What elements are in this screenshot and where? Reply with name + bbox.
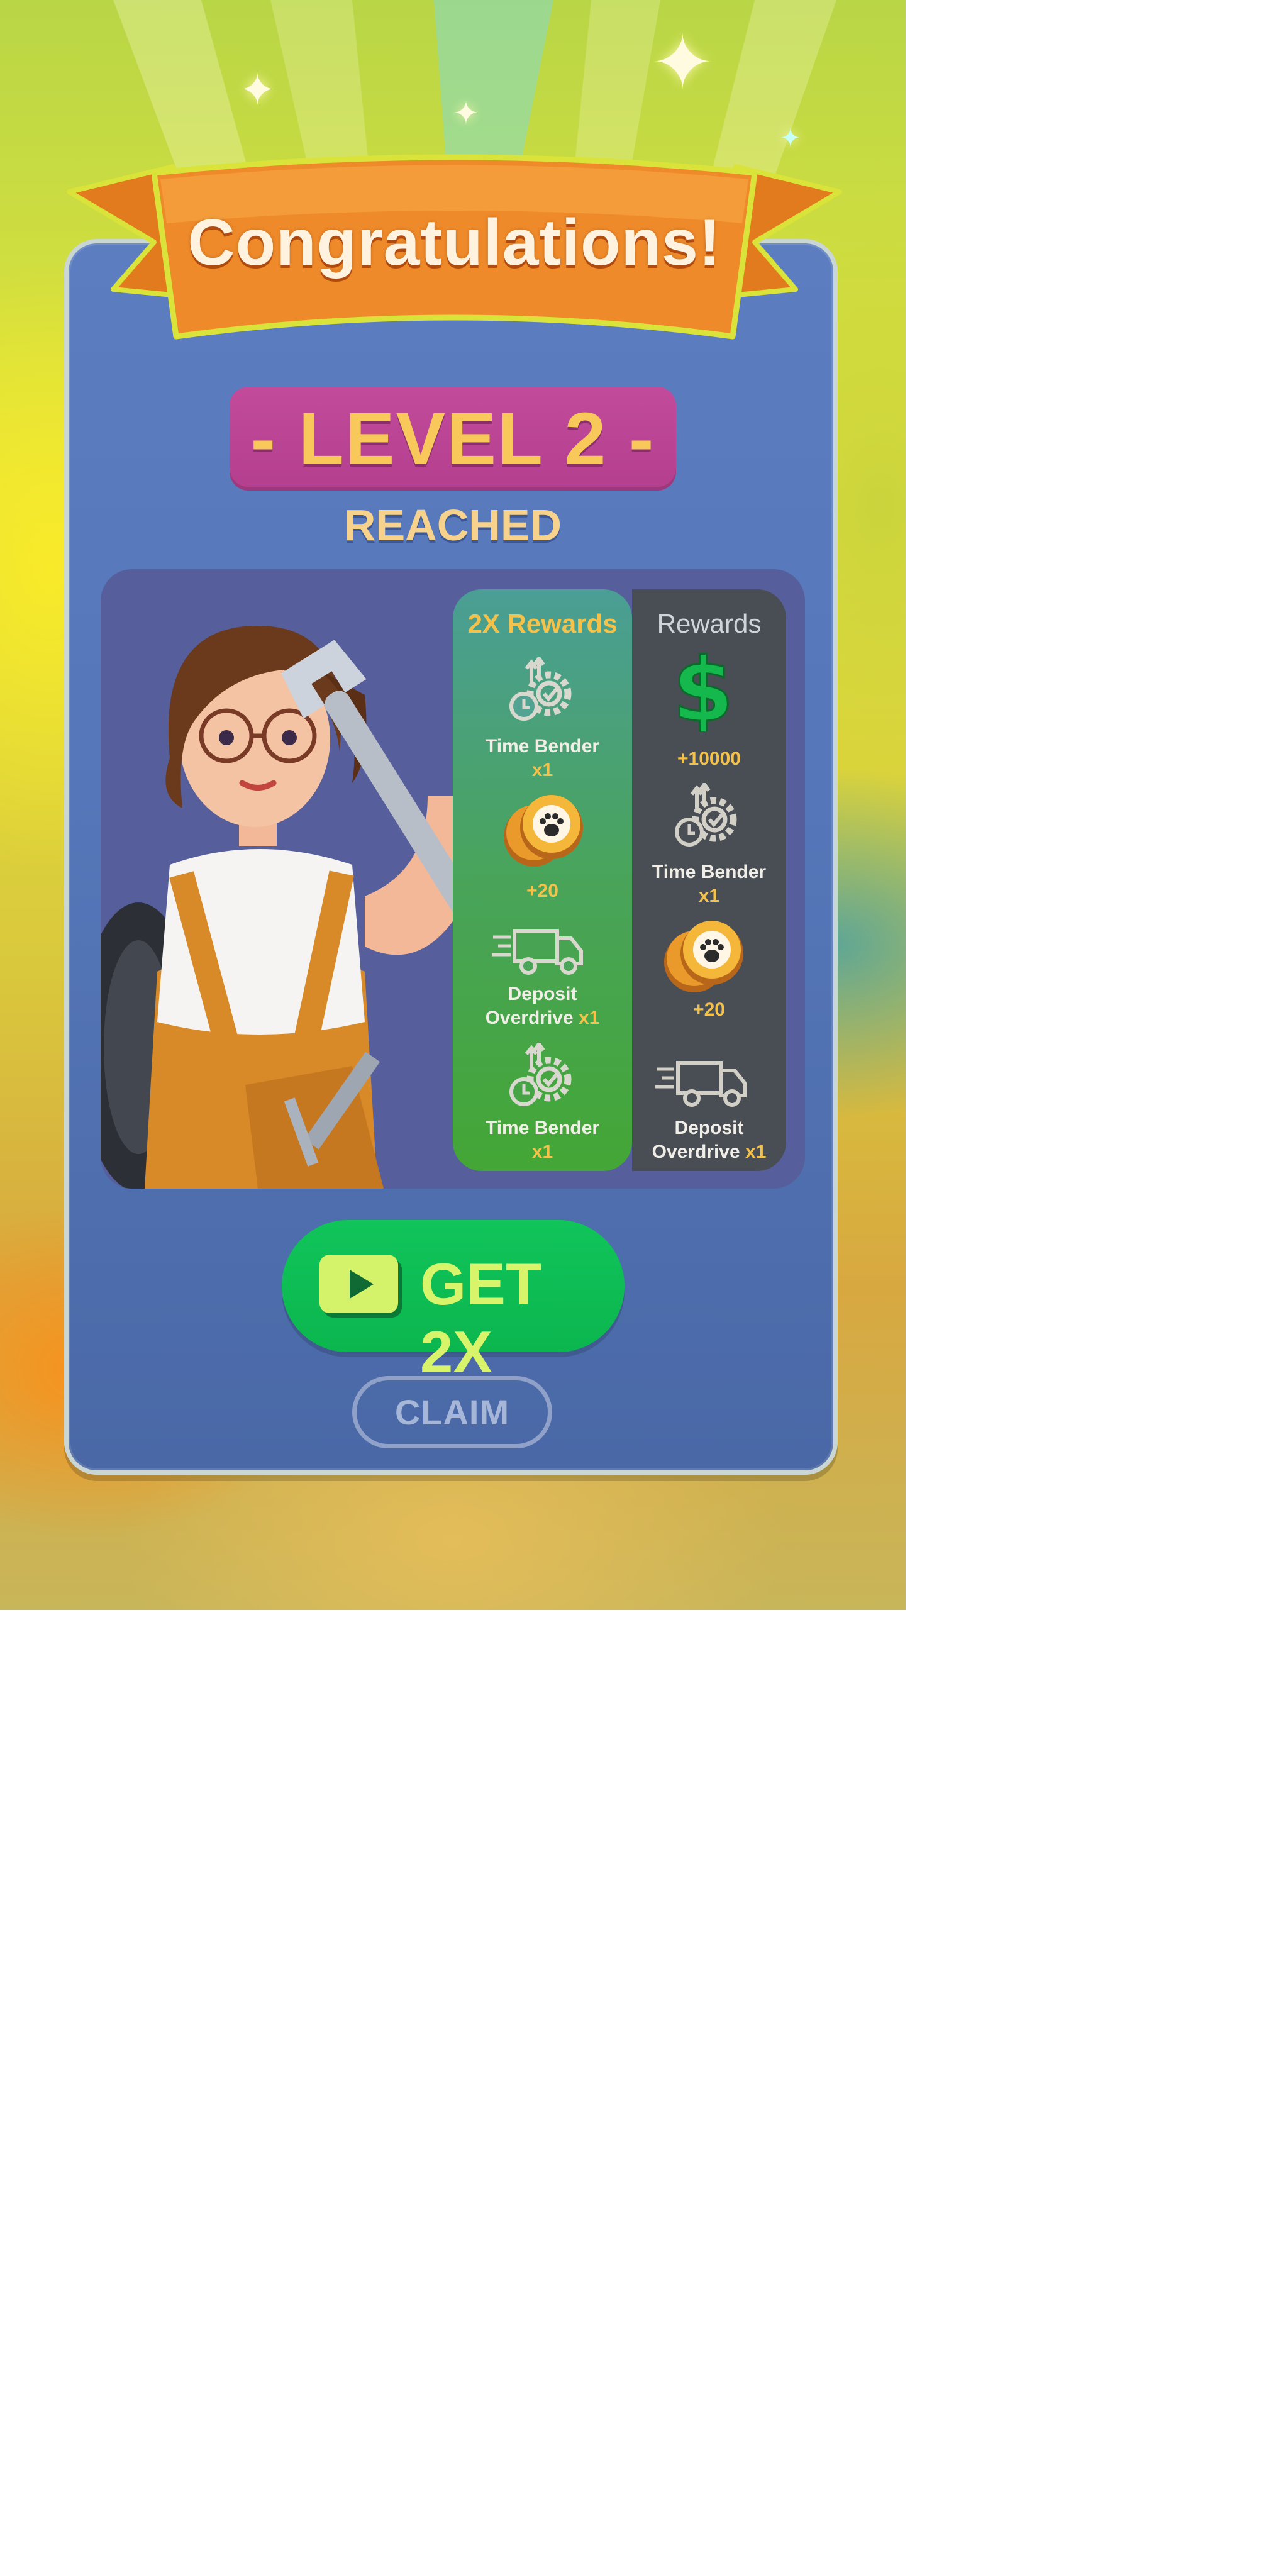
item-name: Time Bender bbox=[485, 736, 600, 757]
level-badge: - LEVEL 2 - bbox=[230, 387, 676, 491]
item-qty: x1 bbox=[745, 1141, 767, 1162]
sparkle-icon: ✦ bbox=[651, 21, 714, 105]
paw-coin-icon bbox=[504, 795, 583, 867]
item-name: Deposit bbox=[508, 984, 577, 1004]
time-bender-icon bbox=[675, 783, 737, 847]
svg-text:$: $ bbox=[675, 647, 731, 731]
item-name: Overdrive bbox=[485, 1008, 574, 1028]
reward-item-label: Deposit Overdrive x1 bbox=[632, 1116, 786, 1164]
reward-2x-item-label: Time Bender x1 bbox=[453, 735, 632, 782]
item-name: Overdrive bbox=[652, 1141, 740, 1162]
item-qty: x1 bbox=[531, 1141, 553, 1162]
reward-2x-item-label: Deposit Overdrive x1 bbox=[453, 982, 632, 1030]
sparkle-icon: ✦ bbox=[780, 125, 801, 152]
game-screen: ✦ ✦ ✦ ✦ Congratulations! - LEVEL 2 - REA… bbox=[0, 0, 906, 1610]
delivery-truck-icon bbox=[655, 1061, 747, 1107]
level-text: - LEVEL 2 - bbox=[250, 397, 655, 480]
item-qty: x1 bbox=[531, 760, 553, 780]
reward-value: +20 bbox=[693, 999, 725, 1020]
item-name: Deposit bbox=[674, 1118, 744, 1138]
delivery-truck-icon bbox=[492, 929, 583, 975]
rewards-2x-header: 2X Rewards bbox=[467, 609, 618, 638]
play-video-icon bbox=[319, 1255, 398, 1313]
item-qty: x1 bbox=[579, 1008, 600, 1028]
claim-button[interactable]: CLAIM bbox=[352, 1376, 552, 1448]
mechanic-character-illustration bbox=[101, 569, 453, 1189]
claim-label: CLAIM bbox=[394, 1392, 510, 1432]
congratulations-title: Congratulations! bbox=[187, 206, 721, 279]
level-status: REACHED bbox=[343, 501, 562, 550]
reward-2x-item-label: Time Bender x1 bbox=[453, 1116, 632, 1164]
get-2x-button[interactable]: GET 2X bbox=[282, 1220, 625, 1385]
sparkle-icon: ✦ bbox=[453, 96, 479, 131]
sparkle-icon: ✦ bbox=[239, 65, 276, 114]
reward-item-label: Time Bender x1 bbox=[632, 860, 786, 908]
reward-2x-value: +20 bbox=[526, 880, 558, 901]
reward-value: +10000 bbox=[677, 748, 741, 769]
time-bender-icon bbox=[509, 657, 572, 721]
item-qty: x1 bbox=[698, 886, 720, 906]
rewards-header: Rewards bbox=[657, 609, 762, 638]
time-bender-icon bbox=[509, 1043, 572, 1106]
item-name: Time Bender bbox=[485, 1118, 600, 1138]
paw-coin-icon bbox=[664, 921, 743, 992]
dollar-sign-icon: $ bbox=[675, 647, 731, 731]
get-2x-label: GET 2X bbox=[420, 1251, 542, 1385]
title-ribbon: Congratulations! bbox=[66, 154, 843, 355]
item-name: Time Bender bbox=[652, 862, 767, 882]
